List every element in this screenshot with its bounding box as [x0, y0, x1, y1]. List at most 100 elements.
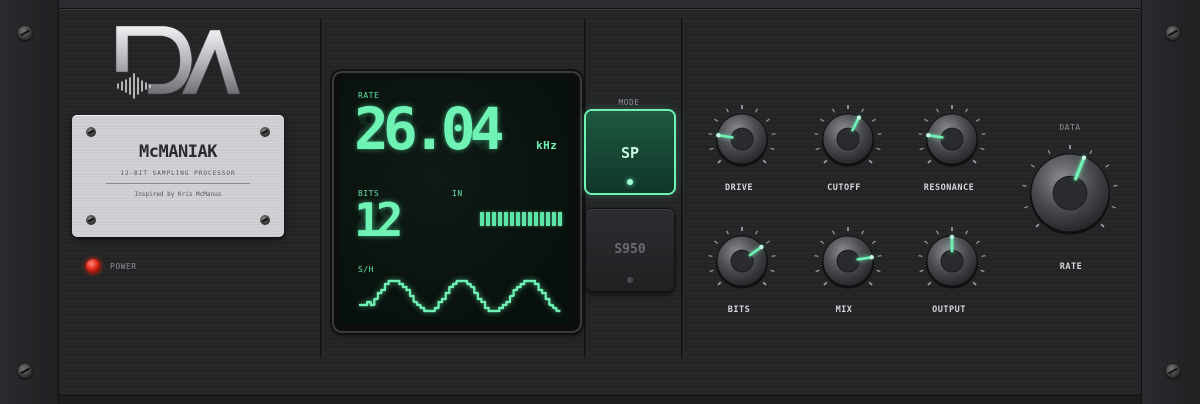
sample-hold-waveform	[358, 279, 562, 313]
screw-icon	[1166, 26, 1180, 40]
knob-tick	[1030, 164, 1035, 168]
badge-rule	[106, 183, 250, 184]
input-meter-segment	[540, 212, 544, 226]
knob-tick	[918, 255, 923, 257]
screw-icon	[18, 26, 32, 40]
knob-tick	[1100, 223, 1105, 228]
knob-tick	[815, 147, 820, 151]
knob-tick	[814, 255, 819, 257]
bits-knob[interactable]	[704, 223, 780, 299]
screw-icon	[260, 127, 270, 137]
knob-tick	[762, 159, 767, 164]
knob-tick	[1047, 149, 1051, 155]
knob-tick	[1113, 184, 1118, 187]
knob-tick	[1035, 223, 1040, 228]
resonance-label: RESONANCE	[923, 183, 975, 193]
knob-tick	[765, 118, 770, 122]
input-meter-segment	[516, 212, 520, 226]
rate-data-knob[interactable]	[1018, 141, 1122, 245]
knob-tick	[815, 269, 820, 273]
input-meter-segment	[552, 212, 556, 226]
rack-unit: McMANIAK 12-BIT SAMPLING PROCESSOR Inspi…	[0, 0, 1200, 404]
input-level-meter	[480, 211, 566, 226]
input-meter-segment	[486, 212, 490, 226]
screw-icon	[260, 215, 270, 225]
screw-icon	[86, 127, 96, 137]
cutoff-label: CUTOFF	[827, 183, 861, 193]
knob-tick	[861, 108, 864, 113]
knob-tick	[771, 255, 776, 257]
knob-tick	[972, 281, 977, 286]
lcd-screen: RATE 88.88 26.04 kHz BITS IN 88 12 S/H	[340, 79, 574, 325]
knob-tick	[936, 230, 939, 235]
mode-s950-indicator	[627, 277, 633, 283]
knob-tick	[823, 281, 828, 286]
knob-tick	[927, 281, 932, 286]
knob-tick	[868, 281, 873, 286]
knob-tick	[981, 255, 986, 257]
power-led-button[interactable]	[86, 259, 100, 273]
screw-icon	[18, 364, 32, 378]
bits-knob-label: BITS	[727, 305, 751, 315]
knob-graphic	[814, 105, 882, 167]
knob-tick	[965, 108, 968, 113]
knob-tick	[861, 230, 864, 235]
knob-tick	[814, 133, 819, 135]
input-meter-segment	[498, 212, 502, 226]
drive-label: DRIVE	[724, 183, 754, 193]
knob-tick	[708, 133, 713, 135]
knob-tick	[981, 133, 986, 135]
resonance-knob[interactable]	[914, 101, 990, 177]
knob-graphic	[708, 227, 776, 289]
knob-tick	[823, 159, 828, 164]
knob-tick	[936, 108, 939, 113]
knob-tick	[832, 108, 835, 113]
product-name: McMANIAK	[139, 142, 217, 162]
mode-label: MODE	[618, 98, 640, 107]
knob-tick	[975, 240, 980, 244]
knob-tick	[755, 230, 758, 235]
knob-tick	[927, 159, 932, 164]
knob-tick	[876, 147, 881, 151]
rate-unit: kHz	[536, 139, 558, 152]
knob-tick	[770, 269, 775, 273]
mix-knob[interactable]	[810, 223, 886, 299]
mode-sp-button[interactable]: SP	[586, 111, 674, 193]
input-meter-segment	[534, 212, 538, 226]
knob-tick	[877, 133, 882, 135]
output-knob[interactable]	[914, 223, 990, 299]
knob-tick	[924, 118, 929, 122]
input-meter-segment	[480, 212, 484, 226]
knob-tick	[871, 118, 876, 122]
knob-tick	[832, 230, 835, 235]
cutoff-knob[interactable]	[810, 101, 886, 177]
mode-s950-button[interactable]: S950	[586, 209, 674, 291]
knob-tick	[877, 255, 882, 257]
output-label: OUTPUT	[932, 305, 966, 315]
mode-sp-label: SP	[620, 144, 640, 162]
input-meter-segment	[528, 212, 532, 226]
knob-tick	[876, 269, 881, 273]
mode-sp-indicator	[627, 179, 633, 185]
product-subtitle: 12-BIT SAMPLING PROCESSOR	[120, 170, 236, 177]
knob-tick	[709, 147, 714, 151]
knob-tick	[762, 281, 767, 286]
input-meter-segment	[510, 212, 514, 226]
knob-tick	[770, 147, 775, 151]
knob-tick	[755, 108, 758, 113]
data-section-label: DATA	[1059, 123, 1081, 132]
knob-tick	[924, 240, 929, 244]
input-meter-segment	[522, 212, 526, 226]
input-meter-segment	[504, 212, 508, 226]
knob-tick	[1105, 164, 1110, 168]
knob-graphic	[1022, 145, 1118, 235]
input-meter-segment	[558, 212, 562, 226]
knob-tick	[714, 240, 719, 244]
panel-divider	[320, 18, 322, 358]
rate-knob-label: RATE	[1059, 262, 1083, 272]
screw-icon	[1166, 364, 1180, 378]
knob-tick	[717, 159, 722, 164]
drive-knob[interactable]	[704, 101, 780, 177]
mix-label: MIX	[835, 305, 853, 315]
knob-tick	[708, 255, 713, 257]
